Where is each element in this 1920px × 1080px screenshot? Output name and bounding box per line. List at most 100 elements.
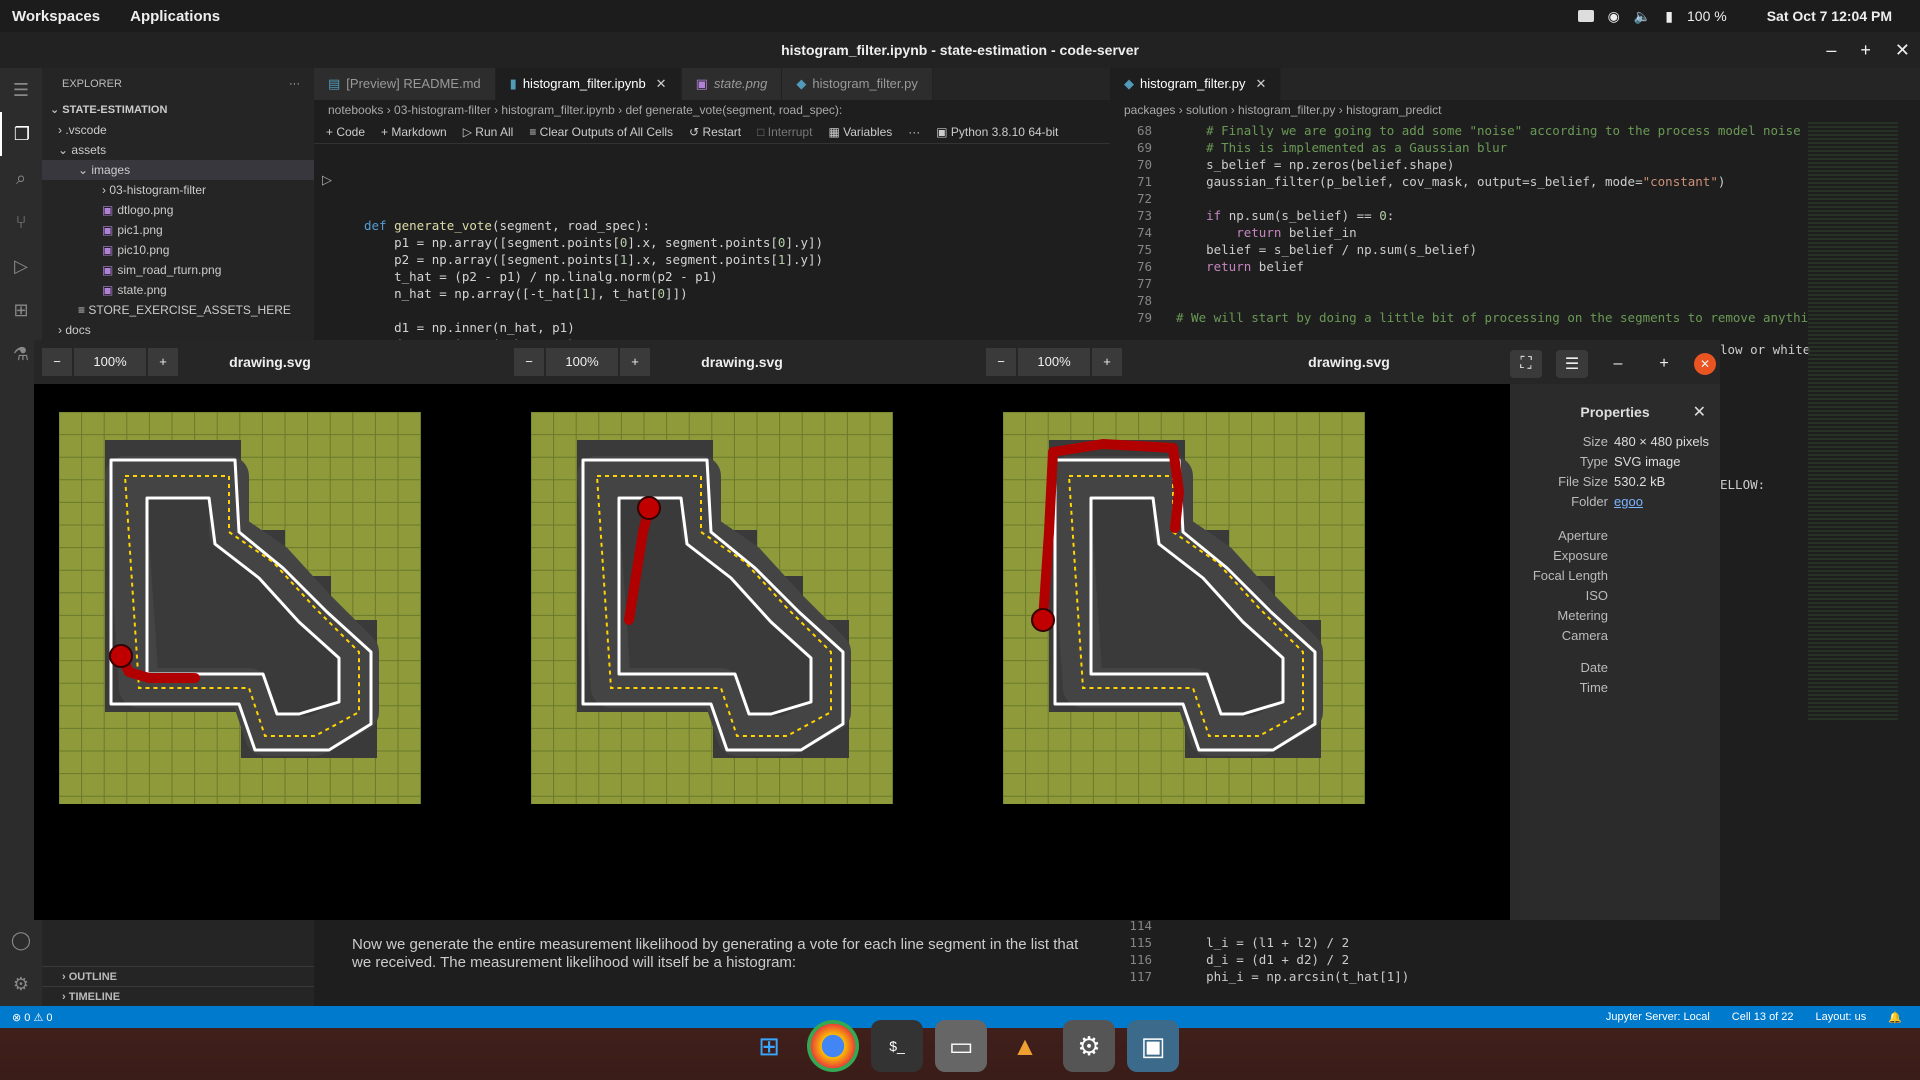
explorer-icon[interactable]: ❐	[0, 112, 42, 156]
tab-state-png[interactable]: ▣ state.png	[681, 68, 783, 100]
explorer-title: EXPLORER	[62, 78, 122, 90]
zoom-in-button[interactable]: +	[148, 348, 178, 376]
tree-item-label: sim_road_rturn.png	[117, 263, 222, 277]
tree-item-label: .vscode	[65, 123, 107, 137]
more-icon[interactable]: ···	[908, 125, 920, 139]
tree-item-state[interactable]: ▣ state.png	[42, 280, 314, 300]
notebook-breadcrumb[interactable]: notebooks › 03-histogram-filter › histog…	[314, 100, 1110, 120]
rocket-icon[interactable]: ▲	[999, 1020, 1051, 1072]
restart-button[interactable]: ↺ Restart	[689, 125, 741, 139]
layout-indicator[interactable]: Layout: us	[1816, 1011, 1867, 1024]
tree-item-assets[interactable]: ⌄ assets	[42, 140, 314, 160]
hamburger-menu-icon[interactable]: ☰	[1556, 350, 1588, 378]
minimize-icon[interactable]: –	[1826, 40, 1836, 61]
tree-item-store-assets[interactable]: ≡ STORE_EXERCISE_ASSETS_HERE	[42, 300, 314, 320]
source-control-icon[interactable]: ⑂	[0, 200, 42, 244]
tree-item-sim-road[interactable]: ▣ sim_road_rturn.png	[42, 260, 314, 280]
run-all-button[interactable]: ▷ Run All	[463, 125, 514, 139]
restart-icon: ↺	[689, 124, 703, 139]
tree-item-docs[interactable]: › docs	[42, 320, 314, 340]
prop-key: Type	[1579, 454, 1608, 469]
image-file-icon: ▣	[695, 76, 708, 91]
tab-histogram-notebook[interactable]: ▮ histogram_filter.ipynb ✕	[495, 68, 682, 100]
explorer-header: EXPLORER ···	[42, 68, 314, 100]
problems-indicator[interactable]: ⊗ 0 ⚠ 0	[12, 1011, 52, 1024]
tab-close-icon[interactable]: ✕	[1256, 76, 1267, 91]
close-icon[interactable]: ✕	[1895, 40, 1910, 61]
variables-button[interactable]: ▦ Variables	[828, 125, 892, 139]
account-icon[interactable]: ◯	[0, 918, 42, 962]
fullscreen-icon[interactable]: ⛶	[1510, 350, 1542, 378]
wifi-icon[interactable]: ◉	[1608, 8, 1620, 25]
run-debug-icon[interactable]: ▷	[0, 244, 42, 288]
tab-readme-preview[interactable]: ▤ [Preview] README.md	[314, 68, 496, 100]
markdown-cell[interactable]: Now we generate the entire measurement l…	[352, 936, 1092, 972]
code-lines: 68 # Finally we are going to add some "n…	[1136, 123, 1809, 325]
terminal-icon[interactable]: $_	[871, 1020, 923, 1072]
kernel-picker[interactable]: ▣ Python 3.8.10 64-bit	[936, 125, 1058, 139]
files-icon[interactable]: ▭	[935, 1020, 987, 1072]
menu-icon[interactable]: ☰	[0, 68, 42, 112]
zoom-out-button[interactable]: −	[986, 348, 1016, 376]
zoom-in-button[interactable]: +	[1092, 348, 1122, 376]
outline-section[interactable]: › OUTLINE	[42, 966, 314, 986]
tree-item-03-histogram-filter[interactable]: › 03-histogram-filter	[42, 180, 314, 200]
zoom-level-dropdown[interactable]: 100%	[1018, 348, 1090, 376]
zoom-out-button[interactable]: −	[514, 348, 544, 376]
image-viewer-app-icon[interactable]: ▣	[1127, 1020, 1179, 1072]
battery-icon[interactable]: ▮	[1665, 8, 1673, 25]
run-cell-icon[interactable]: ▷	[322, 172, 332, 188]
code-cell[interactable]: def generate_vote(segment, road_spec): p…	[364, 200, 1094, 353]
maximize-icon[interactable]: +	[1648, 350, 1680, 378]
zoom-out-button[interactable]: −	[42, 348, 72, 376]
prop-key: Exposure	[1553, 548, 1608, 563]
add-code-button[interactable]: + Code	[326, 125, 365, 139]
dock: ⊞ $_ ▭ ▲ ⚙ ▣	[736, 1012, 1186, 1080]
zoom-level-dropdown[interactable]: 100%	[74, 348, 146, 376]
tree-item-pic1[interactable]: ▣ pic1.png	[42, 220, 314, 240]
workspaces-menu[interactable]: Workspaces	[12, 8, 100, 25]
tree-root[interactable]: ⌄ STATE-ESTIMATION	[42, 100, 314, 120]
settings-gear-icon[interactable]: ⚙	[0, 962, 42, 1006]
minimize-icon[interactable]: –	[1602, 350, 1634, 378]
cell-indicator[interactable]: Cell 13 of 22	[1732, 1011, 1794, 1024]
timeline-section[interactable]: › TIMELINE	[42, 986, 314, 1006]
clock[interactable]: Sat Oct 7 12:04 PM	[1767, 8, 1892, 24]
applications-menu[interactable]: Applications	[130, 8, 220, 25]
prop-type: Type SVG image	[1510, 452, 1720, 472]
notifications-icon[interactable]: 🔔	[1888, 1011, 1902, 1024]
more-actions-icon[interactable]: ···	[289, 68, 300, 100]
prop-value: SVG image	[1614, 454, 1681, 469]
track-drawing	[1002, 411, 1366, 804]
tree-item-pic10[interactable]: ▣ pic10.png	[42, 240, 314, 260]
minimap[interactable]	[1808, 122, 1898, 722]
search-icon[interactable]: ⌕	[0, 156, 42, 200]
extensions-icon[interactable]: ⊞	[0, 288, 42, 332]
tab-close-icon[interactable]: ✕	[656, 76, 667, 91]
tree-item-images[interactable]: ⌄ images	[42, 160, 314, 180]
clear-outputs-button[interactable]: ≡ Clear Outputs of All Cells	[529, 125, 673, 139]
tree-item-dtlogo[interactable]: ▣ dtlogo.png	[42, 200, 314, 220]
prop-size: Size 480 × 480 pixels	[1510, 432, 1720, 452]
close-properties-icon[interactable]: ✕	[1693, 402, 1706, 422]
settings-app-icon[interactable]: ⚙	[1063, 1020, 1115, 1072]
zoom-in-button[interactable]: +	[620, 348, 650, 376]
tab-histogram-py[interactable]: ◆ histogram_filter.py	[782, 68, 933, 100]
add-markdown-button[interactable]: + Markdown	[381, 125, 447, 139]
tab-label: histogram_filter.py	[812, 76, 918, 91]
folder-link[interactable]: egoo	[1614, 492, 1643, 512]
display-icon[interactable]	[1577, 10, 1594, 22]
tab-histogram-py-right[interactable]: ◆ histogram_filter.py ✕	[1110, 68, 1282, 100]
app-grid-icon[interactable]: ⊞	[743, 1020, 795, 1072]
jupyter-server-status[interactable]: Jupyter Server: Local	[1606, 1011, 1710, 1024]
close-icon[interactable]: ✕	[1694, 353, 1716, 375]
volume-icon[interactable]: 🔈	[1634, 8, 1651, 25]
tab-label: histogram_filter.py	[1140, 76, 1246, 91]
notebook-tabs: ▤ [Preview] README.md ▮ histogram_filter.i…	[314, 68, 1110, 100]
editor-breadcrumb[interactable]: packages › solution › histogram_filter.p…	[1110, 100, 1920, 120]
zoom-level-dropdown[interactable]: 100%	[546, 348, 618, 376]
maximize-icon[interactable]: +	[1860, 40, 1871, 61]
interrupt-button[interactable]: □ Interrupt	[757, 125, 812, 139]
tree-item-vscode[interactable]: › .vscode	[42, 120, 314, 140]
chrome-icon[interactable]	[807, 1020, 859, 1072]
